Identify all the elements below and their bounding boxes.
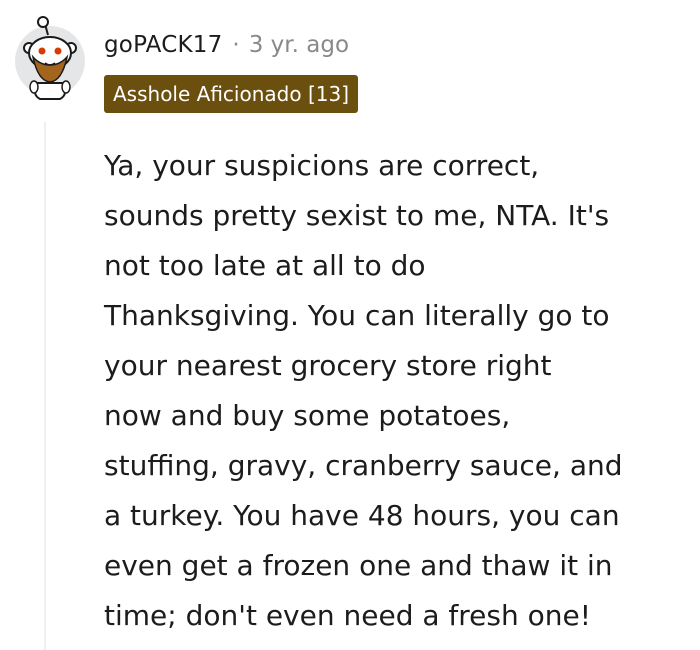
comment-body-line: not too late at all to do — [104, 249, 426, 282]
comment-body: Ya, your suspicions are correct, sounds … — [104, 141, 696, 641]
comment-timestamp[interactable]: 3 yr. ago — [249, 32, 349, 58]
comment-body-line: Thanksgiving. You can literally go to — [104, 299, 610, 332]
snoo-avatar-icon — [15, 16, 85, 100]
comment-body-line: stuffing, gravy, cranberry sauce, and — [104, 449, 623, 482]
comment-meta: goPACK17 · 3 yr. ago — [104, 28, 349, 62]
meta-separator: · — [232, 32, 240, 58]
comment-body-line: a turkey. You have 48 hours, you can — [104, 499, 620, 532]
thread-line[interactable] — [44, 122, 46, 650]
comment-body-line: even get a frozen one and thaw it in — [104, 549, 613, 582]
comment-body-line: time; don't even need a fresh one! — [104, 599, 591, 632]
comment-body-line: Ya, your suspicions are correct, — [104, 149, 540, 182]
user-flair-badge: Asshole Aficionado [13] — [104, 75, 358, 113]
username-link[interactable]: goPACK17 — [104, 32, 222, 58]
comment-body-line: sounds pretty sexist to me, NTA. It's — [104, 199, 610, 232]
user-avatar[interactable] — [14, 13, 86, 105]
comment: goPACK17 · 3 yr. ago Asshole Aficionado … — [0, 0, 700, 650]
comment-body-line: your nearest grocery store right — [104, 349, 552, 382]
comment-body-line: now and buy some potatoes, — [104, 399, 511, 432]
